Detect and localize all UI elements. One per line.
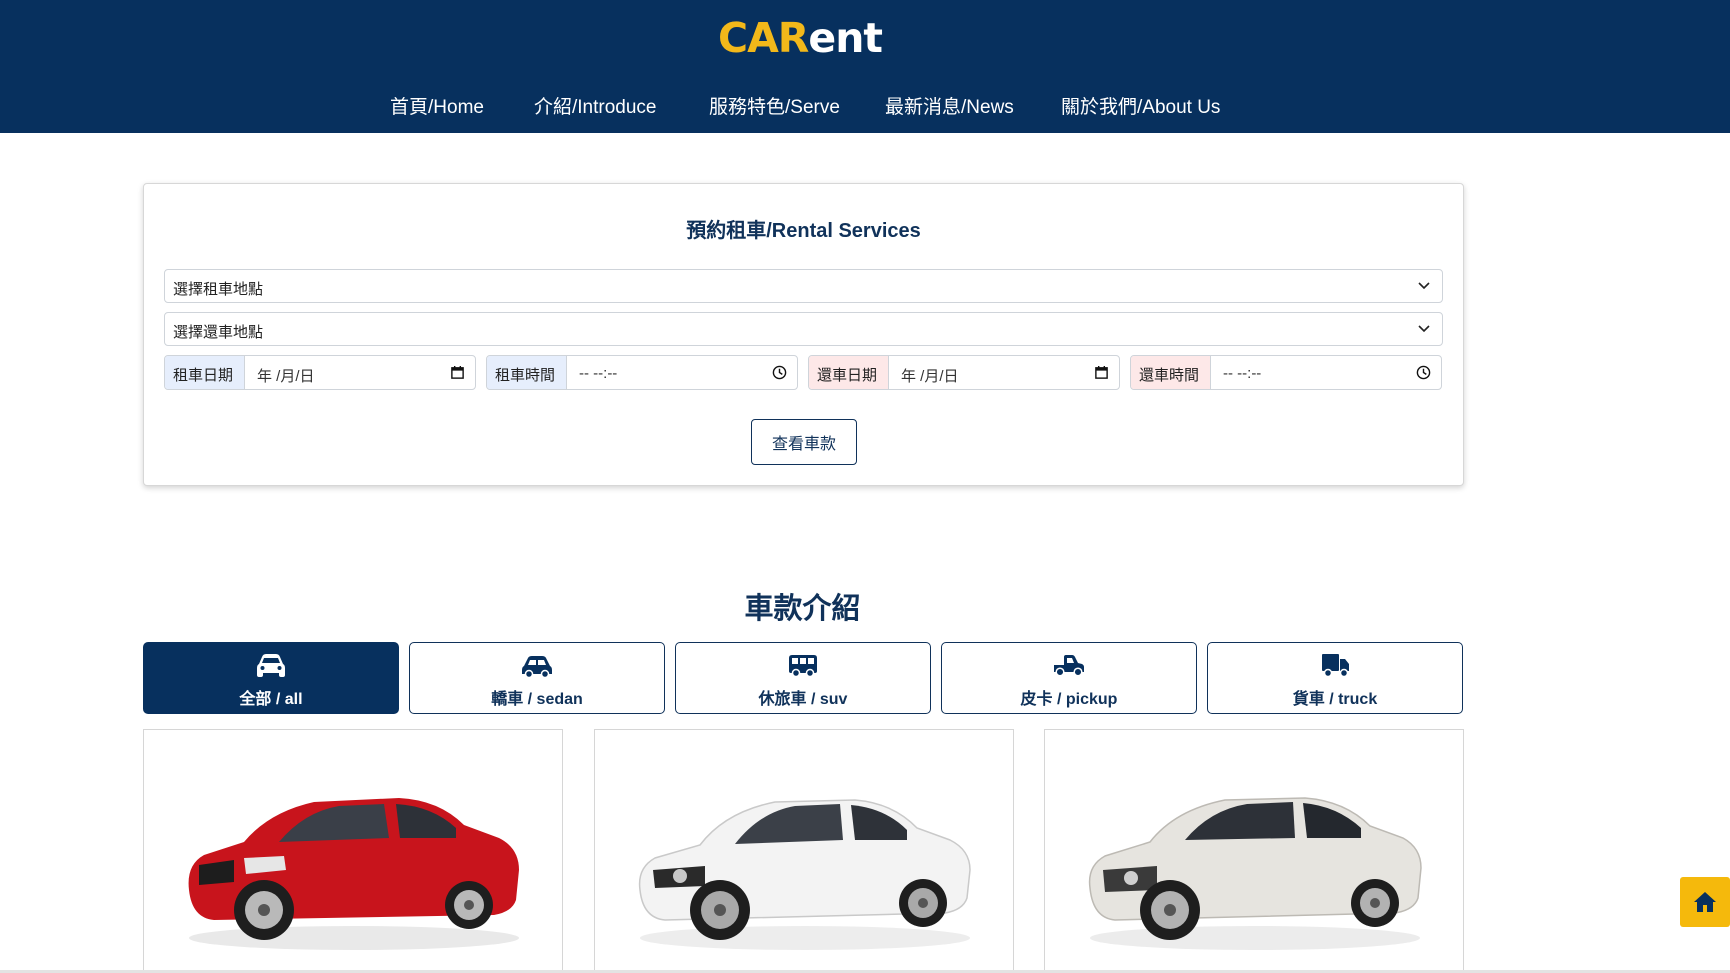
- silver-sedan-image: [1088, 797, 1422, 950]
- filter-suv-button[interactable]: 休旅車 / suv: [675, 642, 931, 714]
- calendar-icon[interactable]: [450, 365, 465, 380]
- chevron-down-icon: [1418, 325, 1430, 333]
- return-time-input[interactable]: -- --:--: [1223, 365, 1261, 382]
- chevron-down-icon: [1418, 282, 1430, 290]
- return-time-label: 還車時間: [1131, 356, 1211, 389]
- filter-suv-label: 休旅車 / suv: [758, 691, 848, 708]
- nav-news[interactable]: 最新消息/News: [885, 92, 1014, 119]
- nav-introduce[interactable]: 介紹/Introduce: [534, 92, 657, 119]
- logo-ent-text: ent: [808, 14, 883, 62]
- home-button[interactable]: [1680, 877, 1730, 927]
- return-date-label: 還車日期: [809, 356, 889, 389]
- return-date-group: 還車日期 年 /月/日: [808, 355, 1120, 390]
- pickup-date-input[interactable]: 年 /月/日: [257, 365, 315, 386]
- pickup-date-label: 租車日期: [165, 356, 245, 389]
- home-icon: [1694, 892, 1716, 912]
- main-nav: 首頁/Home 介紹/Introduce 服務特色/Serve 最新消息/New…: [0, 92, 1730, 120]
- filter-sedan-label: 轎車 / sedan: [491, 691, 583, 708]
- car-card[interactable]: [143, 729, 563, 973]
- pickup-date-group: 租車日期 年 /月/日: [164, 355, 476, 390]
- car-card[interactable]: [1044, 729, 1464, 973]
- filter-sedan-button[interactable]: 轎車 / sedan: [409, 642, 665, 714]
- site-header: CARent 首頁/Home 介紹/Introduce 服務特色/Serve 最…: [0, 0, 1730, 133]
- view-cars-button[interactable]: 查看車款: [751, 419, 857, 465]
- car-models-title: 車款介紹: [744, 593, 861, 625]
- nav-serve[interactable]: 服務特色/Serve: [709, 92, 840, 119]
- return-date-input[interactable]: 年 /月/日: [901, 365, 959, 386]
- rental-title: 預約租車/Rental Services: [686, 220, 921, 242]
- pickup-time-group: 租車時間 -- --:--: [486, 355, 798, 390]
- van-icon: [789, 655, 817, 678]
- return-location-select[interactable]: 選擇還車地點: [164, 312, 1443, 346]
- pickup-time-label: 租車時間: [487, 356, 567, 389]
- return-location-value: 選擇還車地點: [173, 324, 264, 341]
- clock-icon[interactable]: [772, 365, 787, 380]
- pickup-location-value: 選擇租車地點: [173, 281, 264, 298]
- car-front-icon: [257, 654, 285, 677]
- filter-truck-button[interactable]: 貨車 / truck: [1207, 642, 1463, 714]
- pickup-location-select[interactable]: 選擇租車地點: [164, 269, 1443, 303]
- calendar-icon[interactable]: [1094, 365, 1109, 380]
- return-time-group: 還車時間 -- --:--: [1130, 355, 1442, 390]
- filter-truck-label: 貨車 / truck: [1292, 691, 1378, 708]
- filter-all-label: 全部 / all: [239, 691, 303, 708]
- clock-icon[interactable]: [1416, 365, 1431, 380]
- pickup-icon: [1054, 655, 1084, 677]
- filter-pickup-button[interactable]: 皮卡 / pickup: [941, 642, 1197, 714]
- logo[interactable]: CARent: [0, 14, 1600, 62]
- white-coupe-image: [638, 799, 971, 950]
- pickup-time-input[interactable]: -- --:--: [579, 365, 617, 382]
- car-card[interactable]: [594, 729, 1014, 973]
- red-coupe-image: [188, 798, 520, 950]
- sedan-icon: [522, 656, 552, 679]
- nav-about-us[interactable]: 關於我們/About Us: [1061, 92, 1220, 119]
- filter-all-button[interactable]: 全部 / all: [143, 642, 399, 714]
- nav-home[interactable]: 首頁/Home: [390, 92, 484, 119]
- truck-icon: [1322, 654, 1349, 678]
- filter-pickup-label: 皮卡 / pickup: [1020, 691, 1118, 708]
- rental-form-card: 預約租車/Rental Services 選擇租車地點 選擇還車地點 租車日期 …: [143, 183, 1464, 486]
- logo-car-text: CAR: [717, 14, 809, 62]
